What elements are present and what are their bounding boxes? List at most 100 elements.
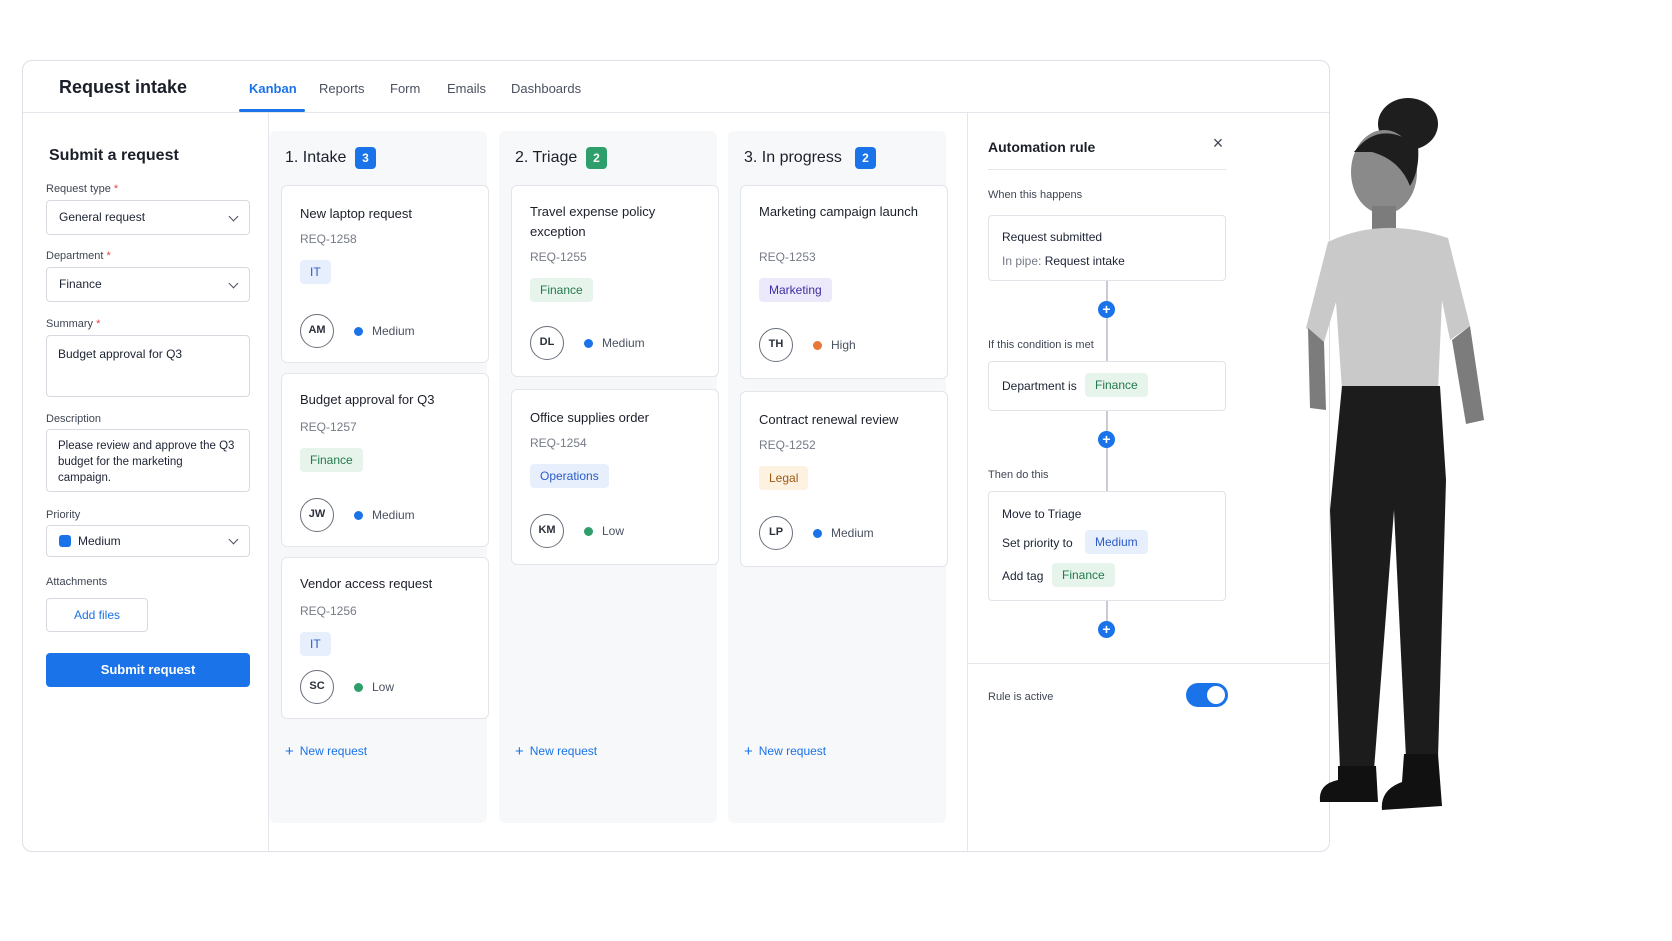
card-id: REQ-1257 <box>300 420 357 434</box>
summary-label: Summary * <box>46 318 101 330</box>
tab-form[interactable]: Form <box>390 81 420 96</box>
avatar: JW <box>300 498 334 532</box>
card-priority: Medium <box>372 324 415 338</box>
person-illustration <box>1306 98 1484 810</box>
request-type-select[interactable]: General request <box>46 200 250 235</box>
request-card[interactable]: Budget approval for Q3 REQ-1257 Finance … <box>281 373 489 547</box>
card-tag: Legal <box>759 466 809 490</box>
card-tag: Finance <box>300 448 363 472</box>
tab-kanban[interactable]: Kanban <box>249 81 297 96</box>
flow-connector <box>1106 601 1108 623</box>
request-card[interactable]: Office supplies order REQ-1254 Operation… <box>511 389 719 565</box>
new-request-link[interactable]: + New request <box>744 743 826 760</box>
department-label: Department * <box>46 250 111 262</box>
department-select[interactable]: Finance <box>46 267 250 302</box>
submit-request-panel: Submit a request Request type * General … <box>23 113 269 851</box>
action-move: Move to Triage <box>1002 507 1082 521</box>
condition-tag: Finance <box>1085 373 1148 397</box>
column-title: 3. In progress <box>744 149 842 166</box>
t-shirt <box>1306 227 1470 390</box>
card-tag: IT <box>300 632 331 656</box>
card-priority: Low <box>372 680 395 694</box>
new-request-link[interactable]: + New request <box>515 743 597 760</box>
flow-connector <box>1106 411 1108 493</box>
chevron-down-icon <box>228 534 239 545</box>
avatar: SC <box>300 670 334 704</box>
request-card[interactable]: Travel expense policy exception REQ-1255… <box>511 185 719 377</box>
card-title: Vendor access request <box>300 576 433 591</box>
card-id: REQ-1258 <box>300 232 357 246</box>
kanban-column-in-progress: 3. In progress 2 Marketing campaign laun… <box>728 131 948 823</box>
priority-dot <box>584 527 593 536</box>
request-card[interactable]: New laptop request REQ-1258 IT AM Medium <box>281 185 489 363</box>
column-count-badge: 3 <box>355 147 376 169</box>
card-id: REQ-1255 <box>530 250 587 264</box>
plus-icon: + <box>285 743 294 760</box>
condition-box[interactable]: Department is Finance <box>988 361 1226 411</box>
request-card[interactable]: Contract renewal review REQ-1252 Legal L… <box>740 391 948 567</box>
card-priority: Low <box>602 524 625 538</box>
card-title: Contract renewal review <box>759 412 899 427</box>
top-bar: Request intake Kanban Reports Form Email… <box>23 61 1329 113</box>
attachments-label: Attachments <box>46 576 108 588</box>
trousers <box>1330 386 1446 770</box>
flow-connector <box>1106 281 1108 363</box>
condition-text: Department is <box>1002 379 1077 393</box>
close-icon[interactable]: × <box>1208 133 1228 153</box>
priority-dot <box>354 683 363 692</box>
trigger-pipe: In pipe: Request intake <box>1002 254 1125 268</box>
plus-icon: + <box>744 743 753 760</box>
add-step-button[interactable]: + <box>1098 431 1115 448</box>
avatar: KM <box>530 514 564 548</box>
active-tab-indicator <box>239 109 305 112</box>
kanban-column-triage: 2. Triage 2 Travel expense policy except… <box>499 131 719 823</box>
tab-reports[interactable]: Reports <box>319 81 365 96</box>
request-type-label: Request type * <box>46 183 119 195</box>
form-title: Submit a request <box>49 147 179 164</box>
priority-dot <box>813 529 822 538</box>
request-card[interactable]: Marketing campaign launch REQ-1253 Marke… <box>740 185 948 379</box>
card-tag: IT <box>300 260 331 284</box>
avatar: AM <box>300 314 334 348</box>
priority-dot <box>813 341 822 350</box>
card-tag: Marketing <box>759 278 832 302</box>
new-request-link[interactable]: + New request <box>285 743 367 760</box>
card-tag: Operations <box>530 464 609 488</box>
right-arm <box>1452 326 1484 424</box>
right-shoe <box>1381 754 1442 810</box>
kanban-column-intake: 1. Intake 3 New laptop request REQ-1258 … <box>269 131 489 823</box>
card-title: Budget approval for Q3 <box>300 392 435 407</box>
action-tag-value: Finance <box>1052 563 1115 587</box>
description-textarea[interactable]: Please review and approve the Q3 budget … <box>46 429 250 492</box>
action-tag-label: Add tag <box>1002 569 1044 583</box>
avatar: DL <box>530 326 564 360</box>
rule-active-toggle[interactable] <box>1186 683 1228 707</box>
summary-input[interactable]: Budget approval for Q3 <box>46 335 250 397</box>
condition-section-label: If this condition is met <box>988 339 1094 351</box>
add-step-button[interactable]: + <box>1098 301 1115 318</box>
trigger-box[interactable]: Request submitted In pipe: Request intak… <box>988 215 1226 281</box>
avatar: LP <box>759 516 793 550</box>
action-box[interactable]: Move to Triage Set priority to Medium Ad… <box>988 491 1226 601</box>
column-title: 2. Triage <box>515 149 578 166</box>
submit-request-button[interactable]: Submit request <box>46 653 250 687</box>
add-step-button[interactable]: + <box>1098 621 1115 638</box>
card-tag: Finance <box>530 278 593 302</box>
priority-color-swatch <box>59 535 71 547</box>
priority-select[interactable]: Medium <box>46 525 250 557</box>
request-type-value: General request <box>59 210 146 224</box>
left-shoe <box>1319 766 1378 802</box>
tab-emails[interactable]: Emails <box>447 81 486 96</box>
app-title: Request intake <box>59 77 188 97</box>
card-title: Travel expense policy exception <box>530 204 656 239</box>
card-title: New laptop request <box>300 206 413 221</box>
avatar: TH <box>759 328 793 362</box>
priority-dot <box>354 511 363 520</box>
tab-dashboards[interactable]: Dashboards <box>511 81 581 96</box>
card-title: Office supplies order <box>530 410 649 425</box>
card-priority: High <box>831 338 856 352</box>
action-priority-label: Set priority to <box>1002 536 1073 550</box>
request-card[interactable]: Vendor access request REQ-1256 IT SC Low <box>281 557 489 719</box>
add-files-button[interactable]: Add files <box>46 598 148 632</box>
card-priority: Medium <box>831 526 874 540</box>
